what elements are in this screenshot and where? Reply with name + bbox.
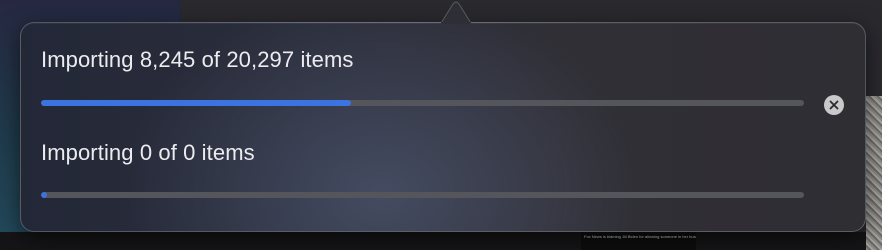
import-progress-fill bbox=[41, 100, 351, 106]
import-progress-popover: Importing 8,245 of 20,297 items Importin… bbox=[20, 1, 866, 232]
close-icon bbox=[829, 100, 839, 110]
news-thumbnail-text: Fox News is blaming Jill Biden for allow… bbox=[584, 234, 696, 239]
backdrop-photo-thumbnail bbox=[866, 96, 882, 250]
import-progress-bar bbox=[41, 100, 804, 106]
import-status-title: Importing 8,245 of 20,297 items bbox=[41, 47, 354, 72]
import-progress-bar bbox=[41, 192, 804, 198]
backdrop-bottom-strip bbox=[0, 232, 882, 250]
cancel-import-button[interactable] bbox=[824, 95, 844, 115]
backdrop-news-thumbnail: Fox News is blaming Jill Biden for allow… bbox=[581, 232, 696, 250]
import-status-title: Importing 0 of 0 items bbox=[41, 140, 255, 165]
import-progress-fill bbox=[41, 192, 47, 198]
